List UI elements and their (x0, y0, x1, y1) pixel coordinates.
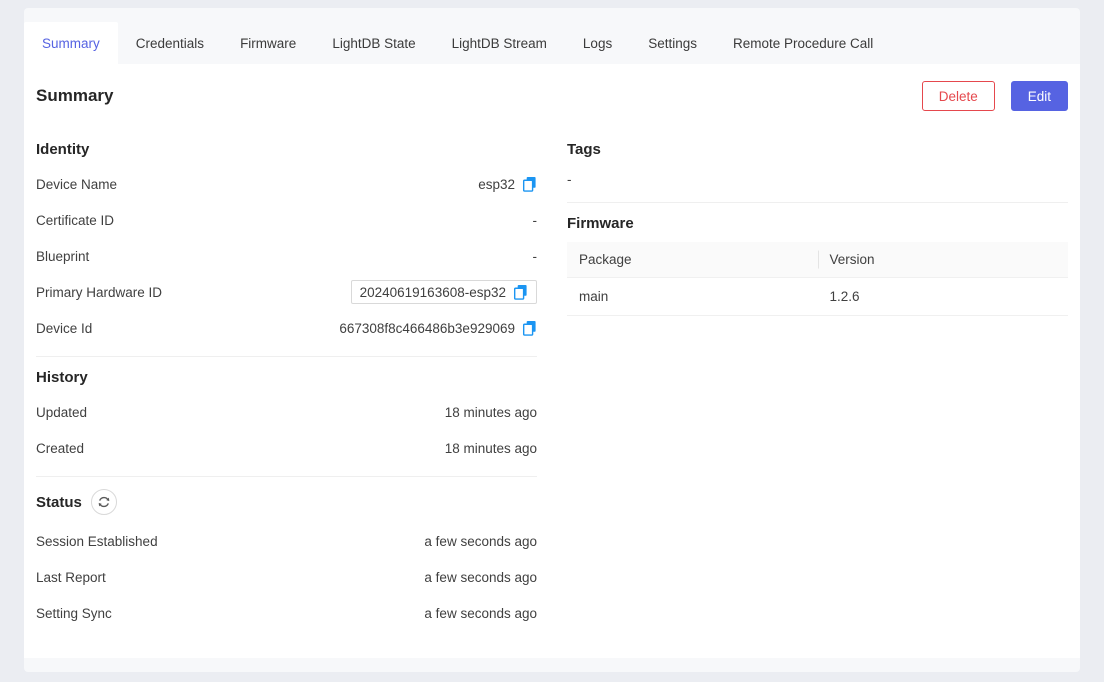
firmware-package-value: main (567, 278, 818, 316)
history-heading: History (36, 369, 537, 386)
section-divider (36, 476, 537, 477)
left-column: Identity Device Name esp32 (36, 129, 537, 631)
row-device-id: Device Id 667308f8c466486b3e929069 (36, 310, 537, 346)
primary-hardware-id-box: 20240619163608-esp32 (351, 280, 537, 304)
row-label: Updated (36, 405, 87, 420)
setting-sync-value: a few seconds ago (424, 606, 537, 621)
row-label: Last Report (36, 570, 106, 585)
row-label: Blueprint (36, 249, 89, 264)
row-label: Certificate ID (36, 213, 114, 228)
firmware-table-row: main 1.2.6 (567, 278, 1068, 316)
tags-value: - (567, 166, 1068, 192)
copy-icon[interactable] (522, 320, 537, 336)
row-created: Created 18 minutes ago (36, 430, 537, 466)
row-session-established: Session Established a few seconds ago (36, 523, 537, 559)
firmware-version-value: 1.2.6 (818, 278, 1069, 316)
created-value: 18 minutes ago (445, 441, 537, 456)
page-title: Summary (36, 86, 113, 106)
blueprint-value: - (533, 249, 538, 264)
header-buttons: Delete Edit (922, 81, 1068, 111)
firmware-col-version: Version (818, 242, 1069, 278)
row-label: Primary Hardware ID (36, 285, 162, 300)
last-report-value: a few seconds ago (424, 570, 537, 585)
section-divider (567, 202, 1068, 203)
device-name-value: esp32 (478, 177, 515, 192)
tags-heading: Tags (567, 141, 1068, 158)
device-id-value: 667308f8c466486b3e929069 (339, 321, 515, 336)
status-heading: Status (36, 489, 537, 515)
edit-button[interactable]: Edit (1011, 81, 1068, 111)
row-label: Device Id (36, 321, 92, 336)
panel-header: Summary Delete Edit (36, 64, 1068, 121)
tab-settings[interactable]: Settings (630, 22, 715, 64)
row-primary-hardware-id: Primary Hardware ID 20240619163608-esp32 (36, 274, 537, 310)
row-label: Setting Sync (36, 606, 112, 621)
copy-icon[interactable] (522, 176, 537, 192)
firmware-col-package: Package (567, 242, 818, 278)
row-label: Created (36, 441, 84, 456)
identity-heading: Identity (36, 141, 537, 158)
updated-value: 18 minutes ago (445, 405, 537, 420)
device-detail-card: Summary Credentials Firmware LightDB Sta… (24, 8, 1080, 672)
row-certificate-id: Certificate ID - (36, 202, 537, 238)
sync-icon (97, 495, 111, 509)
section-divider (36, 356, 537, 357)
tab-credentials[interactable]: Credentials (118, 22, 222, 64)
tab-logs[interactable]: Logs (565, 22, 630, 64)
row-device-name: Device Name esp32 (36, 166, 537, 202)
row-setting-sync: Setting Sync a few seconds ago (36, 595, 537, 631)
firmware-table-header-row: Package Version (567, 242, 1068, 278)
session-established-value: a few seconds ago (424, 534, 537, 549)
firmware-heading: Firmware (567, 215, 1068, 232)
tab-summary[interactable]: Summary (24, 22, 118, 64)
right-column: Tags - Firmware Package Version main (567, 129, 1068, 631)
tab-lightdb-stream[interactable]: LightDB Stream (434, 22, 565, 64)
tab-remote-procedure-call[interactable]: Remote Procedure Call (715, 22, 891, 64)
copy-icon[interactable] (513, 284, 528, 300)
device-tabbar: Summary Credentials Firmware LightDB Sta… (24, 8, 1080, 64)
tab-lightdb-state[interactable]: LightDB State (314, 22, 433, 64)
status-heading-label: Status (36, 494, 82, 511)
firmware-table: Package Version main 1.2.6 (567, 242, 1068, 316)
refresh-status-button[interactable] (91, 489, 117, 515)
certificate-id-value: - (533, 213, 538, 228)
primary-hardware-id-value: 20240619163608-esp32 (360, 285, 506, 300)
row-label: Session Established (36, 534, 158, 549)
row-updated: Updated 18 minutes ago (36, 394, 537, 430)
row-blueprint: Blueprint - (36, 238, 537, 274)
row-label: Device Name (36, 177, 117, 192)
delete-button[interactable]: Delete (922, 81, 995, 111)
row-last-report: Last Report a few seconds ago (36, 559, 537, 595)
tab-firmware[interactable]: Firmware (222, 22, 314, 64)
summary-panel: Summary Delete Edit Identity Device Name… (24, 64, 1080, 658)
